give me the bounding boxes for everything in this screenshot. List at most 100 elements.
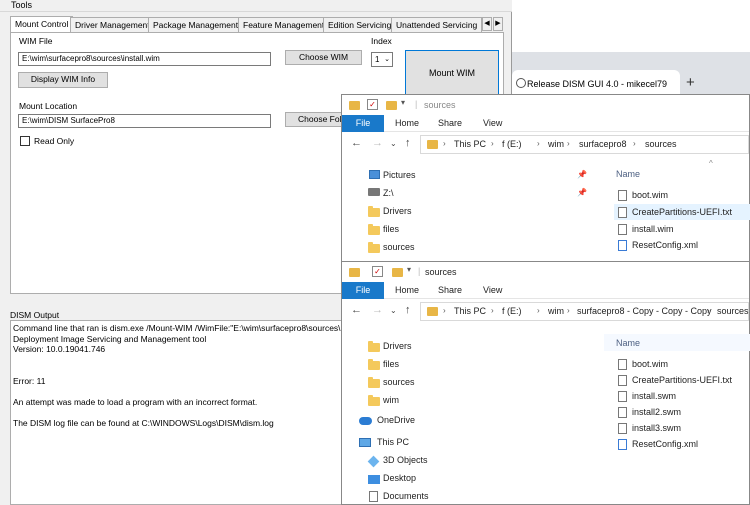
breadcrumb-separator: › (443, 139, 446, 148)
site-favicon-icon (516, 78, 526, 88)
tab-scroll-left-icon[interactable]: ◀ (482, 17, 492, 31)
breadcrumb-separator: › (537, 306, 540, 315)
file-item[interactable]: boot.wim (632, 190, 668, 200)
breadcrumb-sources[interactable]: sources (717, 306, 749, 316)
file-item[interactable]: boot.wim (632, 359, 668, 369)
mount-wim-button[interactable]: Mount WIM (405, 50, 499, 96)
explorer-2-file-list: Name boot.wim CreatePartitions-UEFI.txt … (604, 324, 750, 504)
view-tab[interactable]: View (483, 282, 502, 299)
breadcrumb-wim[interactable]: wim (548, 139, 564, 149)
tab-feature-management[interactable]: Feature Management (238, 17, 330, 32)
home-tab[interactable]: Home (395, 115, 419, 132)
menu-tools[interactable]: Tools (11, 0, 32, 10)
file-item[interactable]: install2.swm (632, 407, 681, 417)
column-header-name[interactable]: Name (616, 169, 640, 179)
breadcrumb-drive[interactable]: f (E:) (502, 306, 522, 316)
forward-arrow-icon[interactable]: → (372, 137, 383, 149)
browser-tab-title: Release DISM GUI 4.0 - mikecel79 (527, 79, 668, 89)
tab-scroll-right-icon[interactable]: ▶ (493, 17, 503, 31)
share-tab[interactable]: Share (438, 282, 462, 299)
nav-item-wim[interactable]: wim (383, 395, 399, 405)
forward-arrow-icon[interactable]: → (372, 304, 383, 316)
explorer-1-titlebar: ✓ ▾ | sources (342, 95, 749, 115)
back-arrow-icon[interactable]: ← (351, 304, 362, 316)
home-tab[interactable]: Home (395, 282, 419, 299)
explorer-2-navigation-pane: Drivers files sources wim OneDrive This … (342, 324, 592, 504)
nav-item-sources[interactable]: sources (383, 242, 415, 252)
file-item[interactable]: ResetConfig.xml (632, 240, 698, 250)
share-tab[interactable]: Share (438, 115, 462, 132)
nav-item-this-pc[interactable]: This PC (377, 437, 409, 447)
recent-dropdown-icon[interactable]: ⌄ (390, 139, 397, 148)
explorer-1-title: sources (424, 100, 456, 110)
mount-location-input[interactable]: E:\wim\DISM SurfacePro8 (18, 114, 271, 128)
breadcrumb-sources[interactable]: sources (645, 139, 677, 149)
new-tab-icon[interactable]: + (686, 74, 695, 91)
pictures-icon (369, 170, 380, 179)
breadcrumb-drive[interactable]: f (E:) (502, 139, 522, 149)
read-only-label: Read Only (34, 136, 75, 146)
wim-file-input[interactable]: E:\wim\surfacepro8\sources\install.wim (18, 52, 271, 66)
breadcrumb-surfacepro8[interactable]: surfacepro8 (579, 139, 627, 149)
index-select[interactable]: 1 ⌄ (371, 52, 393, 67)
nav-item-3d-objects[interactable]: 3D Objects (383, 455, 428, 465)
nav-item-files[interactable]: files (383, 224, 399, 234)
display-wim-info-button[interactable]: Display WIM Info (18, 72, 108, 88)
view-tab[interactable]: View (483, 115, 502, 132)
choose-wim-button[interactable]: Choose WIM (285, 50, 362, 65)
wim-file-label: WIM File (19, 36, 53, 46)
file-item[interactable]: install.wim (632, 224, 674, 234)
file-item[interactable]: install.swm (632, 391, 676, 401)
nav-item-pictures[interactable]: Pictures (383, 170, 416, 180)
read-only-checkbox[interactable] (20, 136, 30, 146)
address-bar[interactable]: › This PC › f (E:) › wim › surfacepro8 ›… (420, 135, 749, 154)
tab-driver-management[interactable]: Driver Management (70, 17, 155, 32)
file-item[interactable]: ResetConfig.xml (632, 439, 698, 449)
file-tab[interactable]: File (342, 282, 384, 299)
properties-icon[interactable]: ✓ (367, 99, 378, 110)
breadcrumb-this-pc[interactable]: This PC (454, 306, 486, 316)
qa-dropdown-icon[interactable]: ▾ (407, 265, 411, 274)
title-separator: | (415, 99, 418, 109)
tab-mount-control[interactable]: Mount Control (10, 16, 74, 32)
properties-icon[interactable]: ✓ (372, 266, 383, 277)
breadcrumb-this-pc[interactable]: This PC (454, 139, 486, 149)
file-icon (618, 224, 627, 235)
recent-dropdown-icon[interactable]: ⌄ (390, 306, 397, 315)
pin-icon: 📌 (577, 170, 587, 179)
nav-item-sources[interactable]: sources (383, 377, 415, 387)
file-item-selected[interactable]: CreatePartitions-UEFI.txt (632, 207, 732, 217)
nav-item-z-drive[interactable]: Z:\ (383, 188, 394, 198)
sort-up-icon: ^ (709, 159, 713, 168)
file-item[interactable]: CreatePartitions-UEFI.txt (632, 375, 732, 385)
breadcrumb-wim[interactable]: wim (548, 306, 564, 316)
tab-unattended-servicing[interactable]: Unattended Servicing (391, 17, 483, 32)
new-folder-icon[interactable] (392, 268, 403, 277)
nav-item-documents[interactable]: Documents (383, 491, 429, 501)
nav-item-drivers[interactable]: Drivers (383, 206, 412, 216)
qa-dropdown-icon[interactable]: ▾ (401, 98, 405, 107)
nav-item-files[interactable]: files (383, 359, 399, 369)
nav-item-drivers[interactable]: Drivers (383, 341, 412, 351)
nav-item-desktop[interactable]: Desktop (383, 473, 416, 483)
explorer-1-navigation-pane: Pictures 📌 Z:\ 📌 Drivers files sources (342, 157, 592, 263)
breadcrumb-separator: › (633, 139, 636, 148)
choose-folder-button[interactable]: Choose Fold (285, 112, 342, 127)
breadcrumb-surfacepro8-copy[interactable]: surfacepro8 - Copy - Copy - Copy (577, 306, 712, 316)
new-folder-icon[interactable] (386, 101, 397, 110)
tab-edition-servicing[interactable]: Edition Servicing (323, 17, 397, 32)
explorer-window-1: ✓ ▾ | sources File Home Share View ← → ⌄… (341, 94, 750, 264)
file-item[interactable]: install3.swm (632, 423, 681, 433)
file-tab[interactable]: File (342, 115, 384, 132)
up-arrow-icon[interactable]: ↑ (405, 304, 411, 316)
3d-objects-icon (367, 455, 380, 468)
column-header-name[interactable]: Name (616, 338, 640, 348)
tab-package-management[interactable]: Package Management (148, 17, 244, 32)
desktop-icon (368, 475, 380, 484)
onedrive-icon (359, 417, 372, 425)
breadcrumb-separator: › (443, 306, 446, 315)
nav-item-onedrive[interactable]: OneDrive (377, 415, 415, 425)
back-arrow-icon[interactable]: ← (351, 137, 362, 149)
up-arrow-icon[interactable]: ↑ (405, 137, 411, 149)
address-bar[interactable]: › This PC › f (E:) › wim › surfacepro8 -… (420, 302, 749, 321)
